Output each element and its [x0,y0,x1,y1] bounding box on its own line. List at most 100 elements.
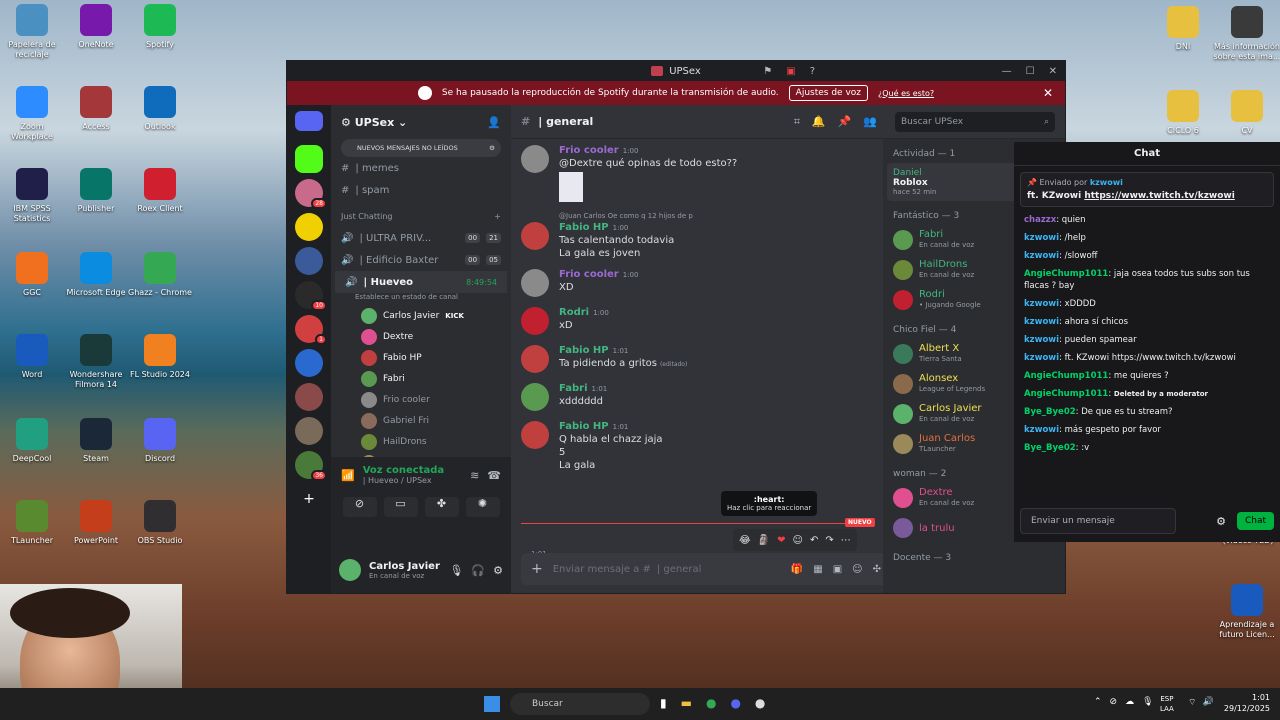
gear-icon[interactable]: ⚙ [489,144,495,152]
voice-user[interactable]: HailDrons [331,431,511,452]
wifi-icon[interactable]: ⌔ [1188,697,1196,708]
soundboard-icon[interactable]: ✺ [465,497,500,517]
server-kick[interactable] [295,145,323,173]
message-author[interactable]: Rodri [559,307,589,318]
voice-settings-button[interactable]: Ajustes de voz [788,85,869,101]
desktop-shortcut[interactable]: DNI [1148,6,1218,52]
avatar[interactable] [521,307,549,335]
desktop-shortcut[interactable]: Word [0,334,64,380]
message[interactable]: Rodri 1:00 xD [521,307,871,335]
message[interactable]: Fabri 1:01 xdddddd [521,383,871,411]
noise-suppression-icon[interactable]: ≋ [470,469,479,482]
desktop-shortcut[interactable]: DeepCool [0,418,64,464]
disconnect-icon[interactable]: ☎ [487,469,501,482]
onedrive-icon[interactable]: ☁ [1125,697,1134,707]
chat-send-button[interactable]: Chat [1236,512,1274,530]
inbox-flag-icon[interactable]: ⚑ [763,66,772,77]
chat-input[interactable]: Enviar un mensaje [1020,508,1176,534]
emoji-reaction-icon[interactable]: 🗿 [758,535,770,546]
chat-username[interactable]: AngieChump1011 [1024,389,1108,399]
avatar[interactable] [521,145,549,173]
pin-icon[interactable]: 📌 [838,115,852,129]
voice-user[interactable]: Gabriel Fri [331,410,511,431]
camera-off-icon[interactable]: ⊘ [342,497,377,517]
desktop-shortcut[interactable]: Papelera de reciclaje [0,4,64,60]
chat-username[interactable]: chazzx [1024,215,1056,225]
clock[interactable]: 1:01 29/12/2025 [1224,692,1270,714]
desktop-shortcut[interactable]: Ghazz - Chrome [128,252,192,298]
voice-user[interactable]: Fabri [331,368,511,389]
avatar[interactable] [339,559,361,581]
taskview-icon[interactable]: ▮ [660,696,667,710]
bell-icon[interactable]: 🔔 [812,115,826,129]
whats-this-link[interactable]: ¿Qué es esto? [878,89,934,98]
obs-icon[interactable]: ● [755,696,765,710]
voice-channel-active[interactable]: 🔊 | Hueveo 8:49:54 [335,271,507,293]
chat-username[interactable]: Bye_Bye02 [1024,443,1076,453]
explorer-icon[interactable]: ▬ [681,696,692,710]
server-icon[interactable] [295,247,323,275]
message[interactable]: Fabio HP 1:01 Ta pidiendo a gritos (editado… [521,345,871,373]
chevron-up-icon[interactable]: ⌃ [1094,697,1102,707]
avatar[interactable] [521,345,549,373]
add-attachment-icon[interactable]: + [531,561,543,577]
message[interactable]: Frio cooler 1:00 @Dextre qué opinas de tod… [521,145,871,202]
chat-username[interactable]: kzwowi [1024,251,1059,261]
message[interactable]: Frio cooler 1:00 XD [521,269,871,297]
activities-icon[interactable]: ✤ [424,497,459,517]
server-header[interactable]: ⚙ UPSex ⌄ 👤 [331,105,511,139]
desktop-shortcut[interactable]: Outlook [128,86,192,132]
desktop-shortcut[interactable]: Aprendizaje a futuro Licen... [1212,584,1280,640]
desktop-shortcut[interactable]: TLauncher [0,500,64,546]
add-member-icon[interactable]: 👤 [487,116,501,129]
desktop-shortcut[interactable]: Wondershare Filmora 14 [64,334,128,390]
message-composer[interactable]: + Enviar mensaje a # | general 🎁 ▦ ▣ ☺ ✣ [521,553,891,585]
desktop-shortcut[interactable]: Publisher [64,168,128,214]
avatar[interactable] [521,269,549,297]
desktop-shortcut[interactable]: Zoom Workplace [0,86,64,142]
help-icon[interactable]: ? [810,66,815,77]
threads-icon[interactable]: ⌗ [794,115,800,129]
desktop-shortcut[interactable]: Más información sobre esta ima... [1212,6,1280,62]
taskbar-search[interactable]: Buscar [510,693,650,715]
desktop-shortcut[interactable]: Microsoft Edge [64,252,128,298]
maximize-icon[interactable]: ☐ [1026,66,1035,77]
minimize-icon[interactable]: — [1002,66,1012,77]
screen-icon[interactable]: ▣ [786,66,795,77]
forward-icon[interactable]: ↷ [825,535,833,546]
sticker-icon[interactable]: ▣ [833,564,842,575]
channel-status[interactable]: Establece un estado de canal [331,293,511,305]
chat-settings-icon[interactable]: ⚙ [1216,515,1226,528]
chat-username[interactable]: kzwowi [1024,233,1059,243]
voice-channel[interactable]: 🔊 | Edificio Baxter 00 05 [331,249,511,271]
image-attachment[interactable] [559,172,583,202]
reply-preview[interactable]: @Juan Carlos Oe como q 12 hijos de p [521,212,871,220]
server-icon[interactable] [295,383,323,411]
message-author[interactable]: Fabri [559,383,588,394]
members-icon[interactable]: 👥 [863,115,877,129]
banner-close-icon[interactable]: ✕ [1043,86,1053,100]
message-author[interactable]: Frio cooler [559,145,619,156]
server-icon[interactable] [295,417,323,445]
reply-icon[interactable]: ↶ [810,535,818,546]
apps-icon[interactable]: ✣ [873,564,881,575]
discord-icon[interactable]: ● [730,696,740,710]
chat-username[interactable]: Bye_Bye02 [1024,407,1076,417]
emoji-reaction-icon[interactable]: 😂 [739,535,751,546]
heart-reaction-icon[interactable]: ❤ [777,535,785,546]
chrome-icon[interactable]: ● [706,696,716,710]
server-icon[interactable]: 28 [295,179,327,209]
voice-user[interactable]: Fabio HP [331,347,511,368]
message[interactable]: Fabio HP 1:00 Tas calentando todavia La gal… [521,222,871,259]
server-icon[interactable]: 1 [295,315,327,345]
desktop-shortcut[interactable]: Spotify [128,4,192,50]
chat-username[interactable]: AngieChump1011 [1024,269,1108,279]
chat-username[interactable]: kzwowi [1024,425,1059,435]
pinned-message[interactable]: 📌 Enviado por kzwowi ft. KZwowi https://… [1020,172,1274,207]
server-icon[interactable] [295,213,323,241]
more-icon[interactable]: ⋯ [841,535,851,546]
message-author[interactable]: Fabio HP [559,345,609,356]
desktop-shortcut[interactable]: PowerPoint [64,500,128,546]
search-input[interactable]: Buscar UPSex ⌕ [895,111,1055,132]
gift-icon[interactable]: 🎁 [791,564,803,575]
